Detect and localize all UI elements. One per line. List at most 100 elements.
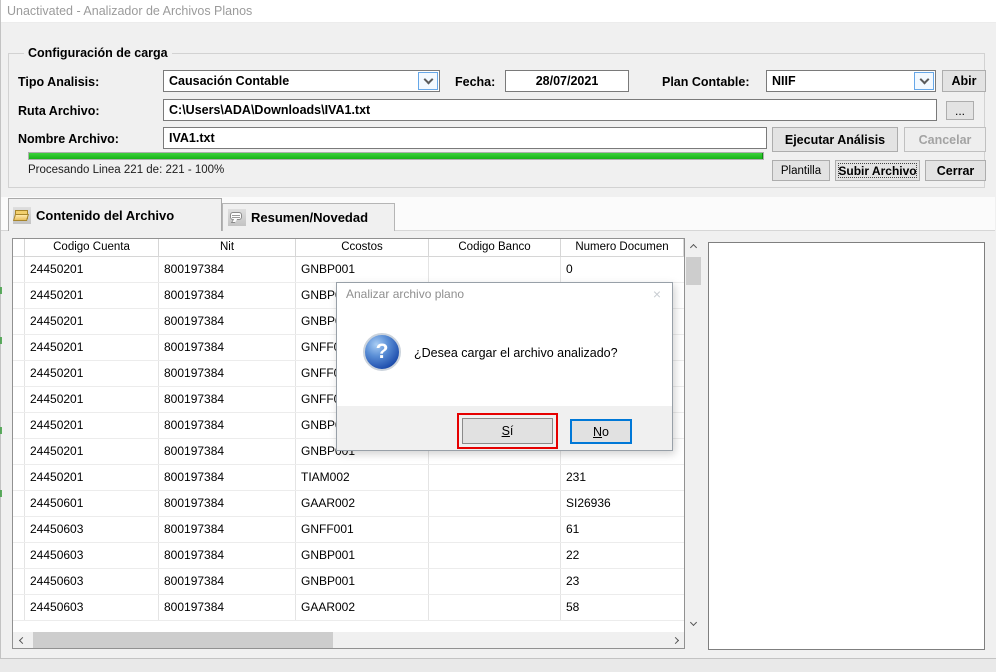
column-header-codigo-banco[interactable]: Codigo Banco xyxy=(429,239,561,256)
cell-codigo-cuenta[interactable]: 24450603 xyxy=(25,543,159,568)
cell-nit[interactable]: 800197384 xyxy=(159,517,296,542)
cell-codigo-cuenta[interactable]: 24450603 xyxy=(25,595,159,620)
cell-numero-documento[interactable]: 61 xyxy=(561,517,684,542)
ruta-archivo-field[interactable]: C:\Users\ADA\Downloads\IVA1.txt xyxy=(163,99,937,121)
cell-ccostos[interactable]: GNBP001 xyxy=(296,543,429,568)
cell-nit[interactable]: 800197384 xyxy=(159,439,296,464)
tipo-analisis-combo[interactable]: Causación Contable xyxy=(163,70,440,92)
cell-nit[interactable]: 800197384 xyxy=(159,465,296,490)
row-header xyxy=(13,439,25,464)
browse-button[interactable]: ... xyxy=(946,101,974,120)
cell-codigo-cuenta[interactable]: 24450201 xyxy=(25,361,159,386)
cell-nit[interactable]: 800197384 xyxy=(159,569,296,594)
table-row[interactable]: 24450601 800197384 GAAR002 SI26936 xyxy=(13,491,684,517)
table-row[interactable]: 24450603 800197384 GAAR002 58 xyxy=(13,595,684,621)
table-row[interactable]: 24450201 800197384 GNBP001 0 xyxy=(13,257,684,283)
cell-codigo-banco[interactable] xyxy=(429,257,561,282)
cell-codigo-banco[interactable] xyxy=(429,465,561,490)
cell-numero-documento[interactable]: 0 xyxy=(561,257,684,282)
abir-button[interactable]: Abir xyxy=(942,70,986,92)
scroll-down-icon[interactable] xyxy=(685,616,701,632)
cell-ccostos[interactable]: GNFF001 xyxy=(296,517,429,542)
column-header-numero-documento[interactable]: Numero Documen xyxy=(561,239,684,256)
cancelar-button[interactable]: Cancelar xyxy=(904,127,986,152)
cell-codigo-banco[interactable] xyxy=(429,595,561,620)
tipo-analisis-label: Tipo Analisis: xyxy=(18,75,99,89)
cell-codigo-cuenta[interactable]: 24450201 xyxy=(25,387,159,412)
horizontal-scrollbar-thumb[interactable] xyxy=(33,632,333,648)
column-header-codigo-cuenta[interactable]: Codigo Cuenta xyxy=(25,239,159,256)
subir-archivo-button[interactable]: Subir Archivo xyxy=(835,160,920,181)
question-icon: ? xyxy=(363,333,401,371)
scroll-up-icon[interactable] xyxy=(685,238,701,254)
cell-ccostos[interactable]: GNBP001 xyxy=(296,569,429,594)
vertical-scrollbar[interactable] xyxy=(685,238,702,632)
cell-ccostos[interactable]: TIAM002 xyxy=(296,465,429,490)
table-row[interactable]: 24450603 800197384 GNBP001 22 xyxy=(13,543,684,569)
no-button[interactable]: No xyxy=(570,419,632,444)
cell-codigo-cuenta[interactable]: 24450603 xyxy=(25,517,159,542)
vertical-scrollbar-thumb[interactable] xyxy=(686,257,701,285)
background-artifact xyxy=(0,490,2,497)
background-artifact xyxy=(0,427,2,434)
cell-nit[interactable]: 800197384 xyxy=(159,413,296,438)
grid-header-row: Codigo Cuenta Nit Ccostos Codigo Banco N… xyxy=(13,239,684,257)
cell-nit[interactable]: 800197384 xyxy=(159,491,296,516)
nombre-archivo-field[interactable]: IVA1.txt xyxy=(163,127,767,149)
row-header xyxy=(13,569,25,594)
cell-codigo-banco[interactable] xyxy=(429,569,561,594)
cell-ccostos[interactable]: GAAR002 xyxy=(296,491,429,516)
cell-codigo-cuenta[interactable]: 24450201 xyxy=(25,257,159,282)
cell-codigo-banco[interactable] xyxy=(429,517,561,542)
table-row[interactable]: 24450201 800197384 TIAM002 231 xyxy=(13,465,684,491)
resultado-textarea[interactable] xyxy=(708,242,985,650)
cell-codigo-cuenta[interactable]: 24450201 xyxy=(25,413,159,438)
nombre-archivo-label: Nombre Archivo: xyxy=(18,132,119,146)
cell-nit[interactable]: 800197384 xyxy=(159,543,296,568)
cell-codigo-banco[interactable] xyxy=(429,491,561,516)
column-header-ccostos[interactable]: Ccostos xyxy=(296,239,429,256)
column-header-nit[interactable]: Nit xyxy=(159,239,296,256)
cell-nit[interactable]: 800197384 xyxy=(159,595,296,620)
cell-numero-documento[interactable]: 22 xyxy=(561,543,684,568)
cell-codigo-cuenta[interactable]: 24450603 xyxy=(25,569,159,594)
cell-nit[interactable]: 800197384 xyxy=(159,361,296,386)
tab-resumen-novedad[interactable]: Resumen/Novedad xyxy=(222,203,395,231)
tab-contenido-del-archivo[interactable]: Contenido del Archivo xyxy=(8,198,222,231)
cell-numero-documento[interactable]: 58 xyxy=(561,595,684,620)
cell-nit[interactable]: 800197384 xyxy=(159,283,296,308)
plantilla-button[interactable]: Plantilla xyxy=(772,160,830,181)
fecha-field[interactable]: 28/07/2021 xyxy=(505,70,629,92)
chevron-down-icon[interactable] xyxy=(914,72,934,90)
cell-ccostos[interactable]: GAAR002 xyxy=(296,595,429,620)
table-row[interactable]: 24450603 800197384 GNFF001 61 xyxy=(13,517,684,543)
cell-codigo-cuenta[interactable]: 24450201 xyxy=(25,335,159,360)
cell-codigo-cuenta[interactable]: 24450201 xyxy=(25,465,159,490)
cell-codigo-cuenta[interactable]: 24450201 xyxy=(25,283,159,308)
cell-codigo-cuenta[interactable]: 24450201 xyxy=(25,439,159,464)
cell-codigo-banco[interactable] xyxy=(429,543,561,568)
cell-codigo-cuenta[interactable]: 24450601 xyxy=(25,491,159,516)
cerrar-button[interactable]: Cerrar xyxy=(925,160,986,181)
cell-nit[interactable]: 800197384 xyxy=(159,257,296,282)
cell-numero-documento[interactable]: 23 xyxy=(561,569,684,594)
scroll-right-icon[interactable] xyxy=(668,632,684,648)
cell-codigo-cuenta[interactable]: 24450201 xyxy=(25,309,159,334)
analizar-archivo-plano-dialog: Analizar archivo plano × ? ¿Desea cargar… xyxy=(336,282,673,451)
progress-status: Procesando Linea 221 de: 221 - 100% xyxy=(28,164,224,176)
cell-nit[interactable]: 800197384 xyxy=(159,387,296,412)
ejecutar-analisis-button[interactable]: Ejecutar Análisis xyxy=(772,127,898,152)
scroll-left-icon[interactable] xyxy=(13,632,29,648)
cell-numero-documento[interactable]: 231 xyxy=(561,465,684,490)
cell-numero-documento[interactable]: SI26936 xyxy=(561,491,684,516)
table-row[interactable]: 24450603 800197384 GNBP001 23 xyxy=(13,569,684,595)
tipo-analisis-value: Causación Contable xyxy=(169,74,289,88)
close-icon[interactable]: × xyxy=(653,286,661,302)
horizontal-scrollbar[interactable] xyxy=(13,632,684,648)
cell-nit[interactable]: 800197384 xyxy=(159,335,296,360)
cell-ccostos[interactable]: GNBP001 xyxy=(296,257,429,282)
plan-contable-combo[interactable]: NIIF xyxy=(766,70,936,92)
chevron-down-icon[interactable] xyxy=(418,72,438,90)
tab-label: Contenido del Archivo xyxy=(36,208,174,223)
cell-nit[interactable]: 800197384 xyxy=(159,309,296,334)
